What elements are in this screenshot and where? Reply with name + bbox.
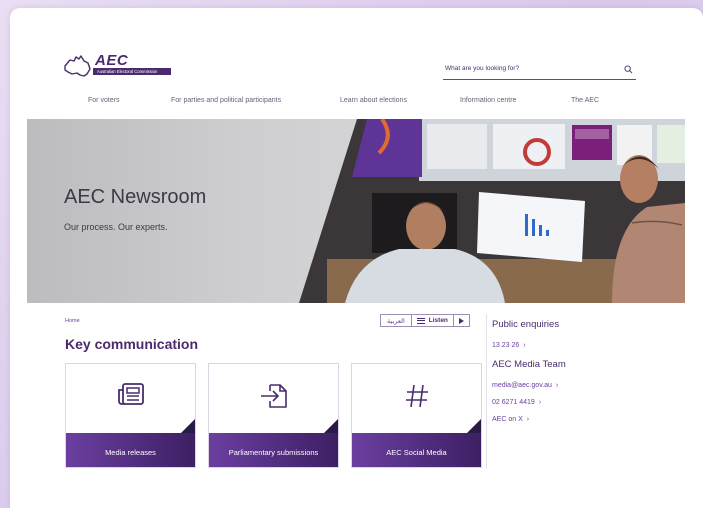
card-parliamentary-submissions[interactable]: Parliamentary submissions: [208, 363, 339, 468]
chevron-right-icon: ›: [538, 399, 542, 406]
section-title: Key communication: [65, 336, 199, 352]
logo-subtext: Australian Electoral Commission: [93, 68, 171, 75]
play-icon: [458, 317, 464, 324]
aec-logo[interactable]: AEC Australian Electoral Commission: [62, 52, 171, 80]
search-icon[interactable]: [624, 65, 633, 74]
media-team-heading: AEC Media Team: [492, 359, 566, 370]
nav-item-parties[interactable]: For parties and political participants: [171, 97, 281, 104]
nav-item-for-voters[interactable]: For voters: [88, 97, 120, 104]
document-arrow-icon: [209, 382, 338, 410]
hashtag-icon: [352, 382, 481, 410]
chevron-right-icon: ›: [526, 416, 530, 423]
public-phone-link[interactable]: 13 23 26 ›: [492, 342, 666, 349]
card-label: Media releases: [105, 448, 156, 457]
hero-banner: AEC Newsroom Our process. Our experts.: [27, 119, 685, 303]
listen-label: Listen: [428, 317, 448, 324]
media-phone-link[interactable]: 02 6271 4419 ›: [492, 399, 666, 406]
newsroom-photo: [299, 119, 685, 303]
listen-button[interactable]: Listen: [412, 315, 454, 326]
nav-item-the-aec[interactable]: The AEC: [571, 97, 599, 104]
nav-item-learn[interactable]: Learn about elections: [340, 97, 407, 104]
card-label: AEC Social Media: [386, 448, 447, 457]
aec-on-x-link[interactable]: AEC on X ›: [492, 416, 666, 423]
accessibility-toolbar: العربية Listen: [380, 314, 470, 327]
browser-page: AEC Australian Electoral Commission What…: [10, 8, 703, 508]
australia-map-icon: [64, 55, 91, 77]
public-enquiries-heading: Public enquiries: [492, 319, 560, 330]
search-box[interactable]: What are you looking for?: [443, 63, 636, 80]
chevron-right-icon: ›: [555, 382, 559, 389]
card-aec-social-media[interactable]: AEC Social Media: [351, 363, 482, 468]
logo-text: AEC: [95, 52, 129, 69]
media-email-link[interactable]: media@aec.gov.au ›: [492, 382, 666, 389]
breadcrumb-home[interactable]: Home: [65, 318, 80, 324]
nav-item-information[interactable]: Information centre: [460, 97, 516, 104]
main-nav: For voters For parties and political par…: [10, 97, 703, 111]
menu-lines-icon: [416, 317, 425, 324]
hero-subtitle: Our process. Our experts.: [64, 222, 168, 232]
play-button[interactable]: [454, 315, 469, 326]
search-input[interactable]: What are you looking for?: [445, 65, 519, 72]
hero-title: AEC Newsroom: [64, 186, 207, 208]
language-arabic-link[interactable]: العربية: [381, 315, 412, 326]
chevron-right-icon: ›: [523, 342, 526, 349]
newspaper-icon: [66, 382, 195, 408]
card-media-releases[interactable]: Media releases: [65, 363, 196, 468]
card-label: Parliamentary submissions: [228, 448, 319, 457]
contact-sidebar: Public enquiries 13 23 26 › AEC Media Tea…: [486, 314, 666, 469]
